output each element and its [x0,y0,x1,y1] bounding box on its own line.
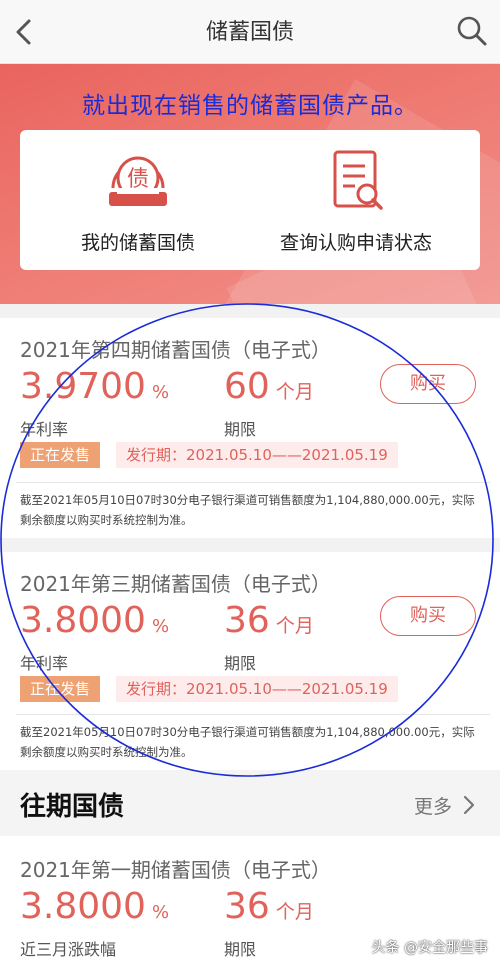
product-title: 2021年第一期储蓄国债（电子式） [20,858,331,882]
search-icon [457,16,487,46]
rate-value: 3.9700 [20,366,146,407]
annual-rate: 3.9700% [20,366,169,407]
term: 36 个月 [224,600,314,641]
more-label: 更多 [413,796,452,818]
rate-unit: % [151,616,170,637]
rate-unit: % [151,902,170,923]
rate-label: 近三月涨跌幅 [20,940,117,959]
rate-label: 年利率 [20,420,69,439]
term: 60 个月 [224,366,314,407]
term-label: 期限 [224,420,257,439]
rate-unit: % [151,382,170,403]
product-title: 2021年第四期储蓄国债（电子式） [20,338,331,362]
quota-note: 截至2021年05月10日07时30分电子银行渠道可销售额度为1,104,880… [20,725,475,759]
term-unit: 个月 [275,381,314,403]
bond-page: 储蓄国债 就出现在销售的储蓄国债产品。 债 我的储蓄国债 查询认购申请状态 20… [0,0,500,965]
rate-value: 3.8000 [20,600,146,641]
issue-period: 发行期：2021.05.10——2021.05.19 [116,442,398,468]
past-bonds-header: 往期国债 更多 [0,770,500,836]
term-unit: 个月 [275,901,314,923]
term-value: 60 [224,366,270,407]
term-label: 期限 [224,654,257,673]
bond-badge-icon: 债 [109,156,167,206]
status-badge: 正在发售 [20,442,101,468]
term-label: 期限 [224,940,257,959]
more-link[interactable]: 更多 [414,792,476,819]
svg-text:债: 债 [127,167,149,192]
rate: 3.8000% [20,886,169,927]
term-value: 36 [224,600,270,641]
quick-entry-card: 债 我的储蓄国债 查询认购申请状态 [20,130,480,270]
chevron-right-icon [463,795,475,815]
term: 36 个月 [224,886,314,927]
term-unit: 个月 [275,615,314,637]
rate-label: 年利率 [20,654,69,673]
page-title: 储蓄国债 [205,20,294,45]
banner-annotation-text: 就出现在销售的储蓄国债产品。 [82,93,418,119]
divider [16,714,490,715]
status-badge: 正在发售 [20,676,101,702]
watermark: 头条 @安全那些事 [371,940,488,956]
buy-button[interactable]: 购买 [380,596,476,636]
rate-value: 3.8000 [20,886,146,927]
promo-banner: 就出现在销售的储蓄国债产品。 债 我的储蓄国债 查询认购申请状态 [0,64,500,304]
product-card[interactable]: 2021年第四期储蓄国债（电子式） 3.9700% 60 个月 年利率 期限 购买… [0,318,500,538]
annual-rate: 3.8000% [20,600,169,641]
term-value: 36 [224,886,270,927]
my-bonds-label: 我的储蓄国债 [80,232,195,254]
buy-button[interactable]: 购买 [380,364,476,404]
search-button[interactable] [456,14,488,48]
my-bonds-entry[interactable]: 债 我的储蓄国债 [38,148,238,255]
issue-period: 发行期：2021.05.10——2021.05.19 [116,676,398,702]
past-bonds-title: 往期国债 [20,792,125,822]
document-search-icon [333,150,383,210]
quota-note: 截至2021年05月10日07时30分电子银行渠道可销售额度为1,104,880… [20,493,475,527]
product-card[interactable]: 2021年第三期储蓄国债（电子式） 3.8000% 36 个月 年利率 期限 购买… [0,552,500,770]
application-status-label: 查询认购申请状态 [279,232,432,254]
product-title: 2021年第三期储蓄国债（电子式） [20,572,331,596]
nav-header: 储蓄国债 [0,0,500,64]
divider [16,482,490,483]
application-status-entry[interactable]: 查询认购申请状态 [256,148,456,255]
